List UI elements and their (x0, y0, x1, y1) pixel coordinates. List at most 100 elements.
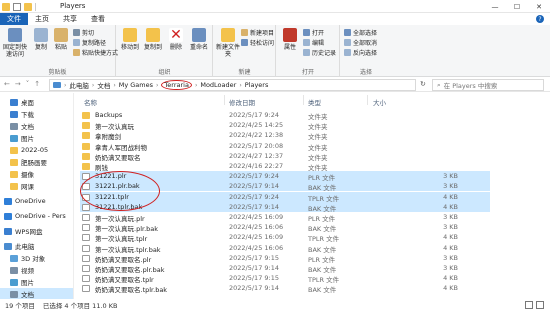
nav-item[interactable]: 此电脑 (0, 240, 35, 252)
help-icon[interactable]: ? (536, 15, 544, 23)
tab-view[interactable]: 查看 (84, 13, 112, 25)
tab-share[interactable]: 共享 (56, 13, 84, 25)
close-button[interactable]: ✕ (528, 0, 550, 13)
table-row[interactable]: 奶奶满又要取名 2022/4/27 12:37 文件夹 (80, 151, 490, 162)
nav-item[interactable]: 图片 (0, 132, 34, 144)
open-button[interactable]: 打开 (303, 28, 324, 37)
copy-path-button[interactable]: 复制路径 (73, 38, 106, 47)
properties-button[interactable]: 属性 (279, 28, 301, 51)
nav-item[interactable]: 网课 (0, 180, 34, 192)
tab-file[interactable]: 文件 (0, 13, 28, 25)
file-size: 3 KB (443, 213, 458, 221)
nav-item[interactable]: OneDrive (0, 195, 46, 207)
item-count: 19 个项目 (5, 302, 35, 310)
invert-selection-icon (344, 49, 351, 56)
table-row[interactable]: 31221.tplr.bak 2022/5/17 9:14 BAK 文件 4 KB (80, 201, 490, 213)
details-view-icon[interactable] (525, 301, 533, 309)
nav-item[interactable]: 3D 对象 (0, 252, 45, 264)
nav-item[interactable]: OneDrive - Pers (0, 210, 66, 222)
table-row[interactable]: 奶奶满又要取名.plr 2022/5/17 9:15 PLR 文件 3 KB (80, 253, 490, 264)
pin-quick-access-button[interactable]: 固定到快速访问 (2, 28, 28, 58)
easy-access-button[interactable]: 轻松访问 (241, 38, 274, 47)
back-button[interactable]: ← (4, 80, 10, 88)
column-size[interactable]: 大小 (373, 97, 386, 107)
nav-item[interactable]: 2022-05 (0, 144, 48, 156)
paste-shortcut-button[interactable]: 粘贴快捷方式 (73, 48, 118, 57)
nav-item-icon (10, 182, 18, 190)
table-row[interactable]: 拿附魔剑 2022/4/22 12:38 文件夹 (80, 130, 490, 141)
search-input[interactable]: ⌕ 在 Players 中搜索 (432, 79, 544, 91)
nav-item[interactable]: 桌面 (0, 96, 34, 108)
file-name: 31221.plr.bak (95, 182, 140, 191)
file-date: 2022/5/17 9:14 (229, 284, 279, 293)
large-icons-view-icon[interactable] (536, 301, 544, 309)
table-row[interactable]: 奶奶满又要取名.plr.bak 2022/5/17 9:14 BAK 文件 3 KB (80, 263, 490, 274)
table-row[interactable]: 拿青人军团战利物 2022/5/17 20:08 文件夹 (80, 141, 490, 152)
new-item-button[interactable]: 新建项目 (241, 28, 274, 37)
table-row[interactable]: 刷钱 2022/4/16 22:27 文件夹 (80, 161, 490, 172)
recent-locations-button[interactable]: ˅ (26, 80, 30, 88)
nav-item[interactable]: 视频 (0, 264, 34, 276)
breadcrumb-documents[interactable]: 文档 (97, 80, 110, 90)
select-all-button[interactable]: 全部选择 (344, 28, 377, 37)
paste-label: 粘贴 (54, 44, 67, 51)
table-row[interactable]: 第一次认真玩.tplr 2022/4/25 16:09 TPLR 文件 4 KB (80, 232, 490, 243)
breadcrumb-this-pc[interactable]: 此电脑 (69, 80, 89, 90)
table-row[interactable]: 31221.plr.bak 2022/5/17 9:14 BAK 文件 3 KB (80, 181, 490, 192)
nav-item[interactable]: WPS网盘 (0, 225, 42, 237)
invert-selection-button[interactable]: 反向选择 (344, 48, 377, 57)
nav-item[interactable]: 下载 (0, 108, 34, 120)
table-row[interactable]: 奶奶满又要取名.tplr.bak 2022/5/17 9:14 BAK 文件 4 KB (80, 283, 490, 294)
cut-button[interactable]: 剪切 (73, 28, 94, 37)
new-folder-icon[interactable] (24, 2, 32, 11)
table-row[interactable]: Backups 2022/5/17 9:24 文件夹 (80, 110, 490, 121)
nav-item[interactable]: 文档 (0, 288, 73, 299)
delete-button[interactable]: ✕ 删除 (165, 28, 187, 51)
breadcrumb-my-games[interactable]: My Games (119, 81, 153, 89)
history-button[interactable]: 历史记录 (303, 48, 336, 57)
select-group-label: 选择 (359, 69, 372, 76)
refresh-icon[interactable]: ↻ (420, 80, 426, 88)
breadcrumb-modloader[interactable]: ModLoader (200, 81, 236, 89)
column-name[interactable]: 名称 (84, 97, 97, 107)
table-row[interactable]: 奶奶满又要取名.tplr 2022/5/17 9:15 TPLR 文件 4 KB (80, 273, 490, 284)
column-date[interactable]: 修改日期 (229, 97, 255, 107)
select-none-button[interactable]: 全部取消 (344, 38, 377, 47)
breadcrumb-terraria[interactable]: Terraria (161, 80, 192, 90)
tab-home[interactable]: 主页 (28, 13, 56, 25)
maximize-button[interactable]: ☐ (506, 0, 528, 13)
nav-item[interactable]: 摄像 (0, 168, 34, 180)
nav-item[interactable]: 肥肠画要 (0, 156, 47, 168)
paste-button[interactable]: 粘贴 (50, 28, 72, 51)
open-icon (303, 29, 310, 36)
edit-button[interactable]: 编辑 (303, 38, 324, 47)
table-row[interactable]: 第一次认真玩.tplr.bak 2022/4/25 16:06 BAK 文件 4 KB (80, 243, 490, 254)
up-button[interactable]: ↑ (34, 80, 40, 88)
table-row[interactable]: 第一次认真玩.plr 2022/4/25 16:09 PLR 文件 3 KB (80, 212, 490, 223)
breadcrumb[interactable]: › 此电脑 › 文档 › My Games › Terraria › ModLo… (49, 79, 416, 91)
nav-item-label: 文档 (21, 123, 34, 131)
new-folder-button[interactable]: 新建文件夹 (216, 28, 240, 58)
table-row[interactable]: 31221.plr 2022/5/17 9:24 PLR 文件 3 KB (80, 171, 490, 182)
folder-icon (82, 112, 90, 119)
nav-item[interactable]: 文档 (0, 120, 34, 132)
rename-button[interactable]: 重命名 (188, 28, 210, 51)
nav-item-label: OneDrive - Pers (15, 212, 66, 220)
file-date: 2022/4/22 12:38 (229, 131, 284, 140)
table-row[interactable]: 31221.tplr 2022/5/17 9:24 TPLR 文件 4 KB (80, 191, 490, 203)
folder-icon (82, 132, 90, 140)
nav-item-label: 此电脑 (15, 243, 35, 251)
table-row[interactable]: 第一次认真玩 2022/4/25 14:25 文件夹 (80, 120, 490, 131)
forward-button[interactable]: → (15, 80, 21, 88)
folder-icon (82, 163, 90, 170)
breadcrumb-players[interactable]: Players (245, 81, 269, 89)
properties-icon[interactable] (13, 2, 21, 11)
table-row[interactable]: 第一次认真玩.plr.bak 2022/4/25 16:06 BAK 文件 3 KB (80, 222, 490, 233)
nav-item[interactable]: 图片 (0, 276, 34, 288)
copy-to-button[interactable]: 复制到 (142, 28, 164, 51)
copy-button[interactable]: 复制 (30, 28, 52, 51)
minimize-button[interactable]: — (484, 0, 506, 13)
move-to-button[interactable]: 移动到 (119, 28, 141, 51)
column-type[interactable]: 类型 (308, 97, 321, 107)
pin-icon (8, 28, 22, 42)
